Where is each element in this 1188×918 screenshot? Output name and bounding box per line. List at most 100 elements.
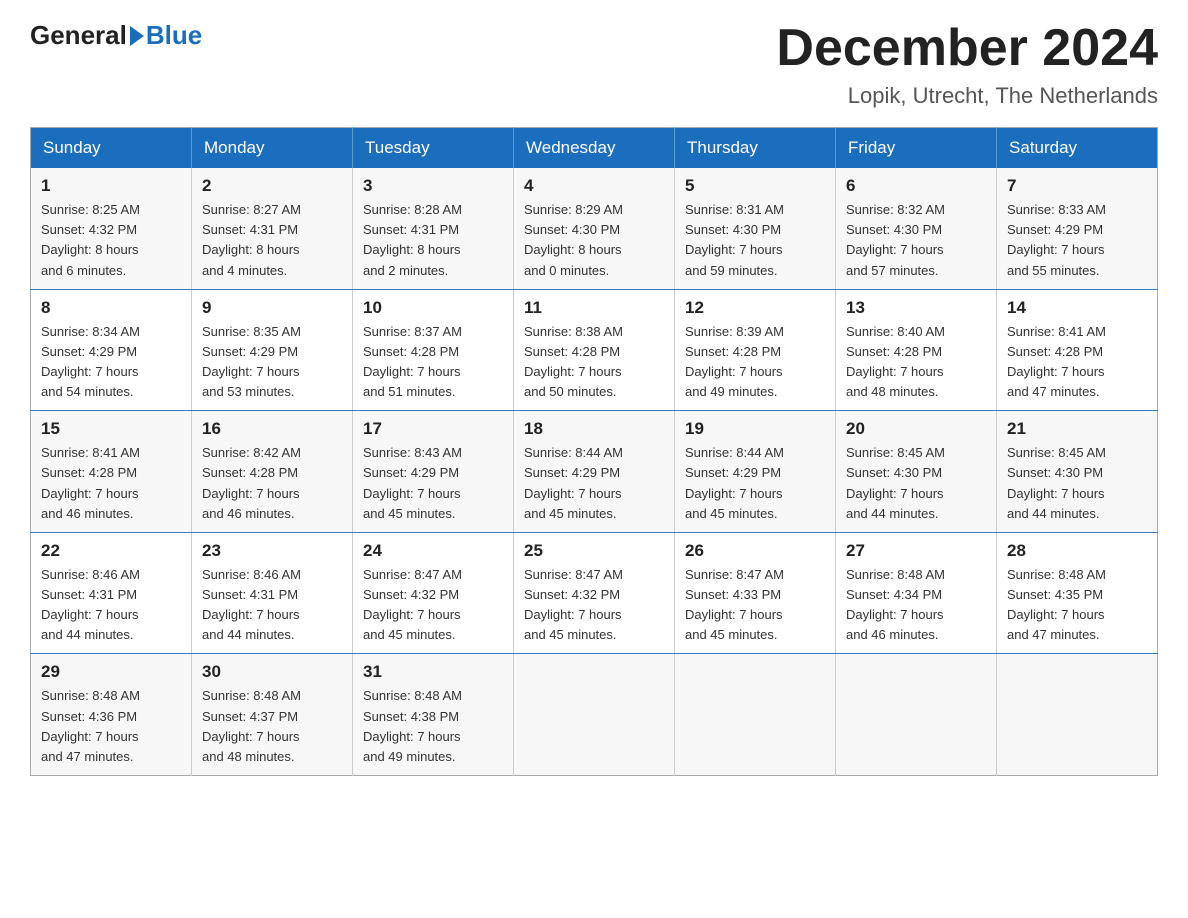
- day-info: Sunrise: 8:46 AM Sunset: 4:31 PM Dayligh…: [41, 567, 140, 642]
- day-number: 31: [363, 662, 503, 682]
- calendar-day-cell: 30 Sunrise: 8:48 AM Sunset: 4:37 PM Dayl…: [192, 654, 353, 776]
- calendar-day-cell: 8 Sunrise: 8:34 AM Sunset: 4:29 PM Dayli…: [31, 289, 192, 411]
- calendar-day-cell: 3 Sunrise: 8:28 AM Sunset: 4:31 PM Dayli…: [353, 168, 514, 289]
- calendar-day-cell: [675, 654, 836, 776]
- day-number: 10: [363, 298, 503, 318]
- calendar-day-cell: 14 Sunrise: 8:41 AM Sunset: 4:28 PM Dayl…: [997, 289, 1158, 411]
- day-number: 5: [685, 176, 825, 196]
- day-of-week-header: Sunday: [31, 128, 192, 169]
- logo: General Blue: [30, 20, 202, 51]
- day-info: Sunrise: 8:45 AM Sunset: 4:30 PM Dayligh…: [1007, 445, 1106, 520]
- day-info: Sunrise: 8:45 AM Sunset: 4:30 PM Dayligh…: [846, 445, 945, 520]
- day-info: Sunrise: 8:31 AM Sunset: 4:30 PM Dayligh…: [685, 202, 784, 277]
- day-info: Sunrise: 8:47 AM Sunset: 4:32 PM Dayligh…: [524, 567, 623, 642]
- calendar-header-row: SundayMondayTuesdayWednesdayThursdayFrid…: [31, 128, 1158, 169]
- day-number: 15: [41, 419, 181, 439]
- day-info: Sunrise: 8:48 AM Sunset: 4:37 PM Dayligh…: [202, 688, 301, 763]
- logo-arrow-icon: [130, 26, 144, 46]
- day-info: Sunrise: 8:48 AM Sunset: 4:35 PM Dayligh…: [1007, 567, 1106, 642]
- day-of-week-header: Thursday: [675, 128, 836, 169]
- calendar-day-cell: 12 Sunrise: 8:39 AM Sunset: 4:28 PM Dayl…: [675, 289, 836, 411]
- day-number: 7: [1007, 176, 1147, 196]
- calendar-week-row: 22 Sunrise: 8:46 AM Sunset: 4:31 PM Dayl…: [31, 532, 1158, 654]
- day-info: Sunrise: 8:48 AM Sunset: 4:38 PM Dayligh…: [363, 688, 462, 763]
- day-info: Sunrise: 8:38 AM Sunset: 4:28 PM Dayligh…: [524, 324, 623, 399]
- day-of-week-header: Wednesday: [514, 128, 675, 169]
- day-info: Sunrise: 8:33 AM Sunset: 4:29 PM Dayligh…: [1007, 202, 1106, 277]
- day-number: 25: [524, 541, 664, 561]
- day-of-week-header: Friday: [836, 128, 997, 169]
- calendar-week-row: 1 Sunrise: 8:25 AM Sunset: 4:32 PM Dayli…: [31, 168, 1158, 289]
- day-number: 3: [363, 176, 503, 196]
- day-number: 24: [363, 541, 503, 561]
- day-info: Sunrise: 8:42 AM Sunset: 4:28 PM Dayligh…: [202, 445, 301, 520]
- day-of-week-header: Monday: [192, 128, 353, 169]
- day-info: Sunrise: 8:32 AM Sunset: 4:30 PM Dayligh…: [846, 202, 945, 277]
- calendar-day-cell: [514, 654, 675, 776]
- calendar-day-cell: 9 Sunrise: 8:35 AM Sunset: 4:29 PM Dayli…: [192, 289, 353, 411]
- day-info: Sunrise: 8:41 AM Sunset: 4:28 PM Dayligh…: [1007, 324, 1106, 399]
- day-of-week-header: Tuesday: [353, 128, 514, 169]
- day-info: Sunrise: 8:47 AM Sunset: 4:32 PM Dayligh…: [363, 567, 462, 642]
- day-number: 8: [41, 298, 181, 318]
- calendar-day-cell: 15 Sunrise: 8:41 AM Sunset: 4:28 PM Dayl…: [31, 411, 192, 533]
- calendar-day-cell: 1 Sunrise: 8:25 AM Sunset: 4:32 PM Dayli…: [31, 168, 192, 289]
- logo-general-text: General: [30, 20, 127, 51]
- title-area: December 2024 Lopik, Utrecht, The Nether…: [776, 20, 1158, 109]
- calendar-day-cell: 10 Sunrise: 8:37 AM Sunset: 4:28 PM Dayl…: [353, 289, 514, 411]
- calendar-day-cell: 17 Sunrise: 8:43 AM Sunset: 4:29 PM Dayl…: [353, 411, 514, 533]
- day-number: 16: [202, 419, 342, 439]
- day-info: Sunrise: 8:29 AM Sunset: 4:30 PM Dayligh…: [524, 202, 623, 277]
- day-info: Sunrise: 8:37 AM Sunset: 4:28 PM Dayligh…: [363, 324, 462, 399]
- day-number: 19: [685, 419, 825, 439]
- day-number: 28: [1007, 541, 1147, 561]
- calendar-week-row: 8 Sunrise: 8:34 AM Sunset: 4:29 PM Dayli…: [31, 289, 1158, 411]
- day-number: 4: [524, 176, 664, 196]
- calendar-day-cell: 23 Sunrise: 8:46 AM Sunset: 4:31 PM Dayl…: [192, 532, 353, 654]
- day-number: 26: [685, 541, 825, 561]
- day-number: 30: [202, 662, 342, 682]
- calendar-day-cell: 31 Sunrise: 8:48 AM Sunset: 4:38 PM Dayl…: [353, 654, 514, 776]
- location-title: Lopik, Utrecht, The Netherlands: [776, 83, 1158, 109]
- calendar-week-row: 15 Sunrise: 8:41 AM Sunset: 4:28 PM Dayl…: [31, 411, 1158, 533]
- day-info: Sunrise: 8:48 AM Sunset: 4:34 PM Dayligh…: [846, 567, 945, 642]
- calendar-day-cell: 22 Sunrise: 8:46 AM Sunset: 4:31 PM Dayl…: [31, 532, 192, 654]
- day-number: 6: [846, 176, 986, 196]
- day-number: 23: [202, 541, 342, 561]
- calendar-day-cell: 26 Sunrise: 8:47 AM Sunset: 4:33 PM Dayl…: [675, 532, 836, 654]
- day-number: 12: [685, 298, 825, 318]
- calendar-day-cell: 28 Sunrise: 8:48 AM Sunset: 4:35 PM Dayl…: [997, 532, 1158, 654]
- day-info: Sunrise: 8:41 AM Sunset: 4:28 PM Dayligh…: [41, 445, 140, 520]
- day-info: Sunrise: 8:35 AM Sunset: 4:29 PM Dayligh…: [202, 324, 301, 399]
- calendar-day-cell: 11 Sunrise: 8:38 AM Sunset: 4:28 PM Dayl…: [514, 289, 675, 411]
- day-info: Sunrise: 8:25 AM Sunset: 4:32 PM Dayligh…: [41, 202, 140, 277]
- day-number: 22: [41, 541, 181, 561]
- day-number: 21: [1007, 419, 1147, 439]
- calendar-day-cell: 19 Sunrise: 8:44 AM Sunset: 4:29 PM Dayl…: [675, 411, 836, 533]
- day-of-week-header: Saturday: [997, 128, 1158, 169]
- day-info: Sunrise: 8:44 AM Sunset: 4:29 PM Dayligh…: [524, 445, 623, 520]
- day-number: 9: [202, 298, 342, 318]
- calendar-day-cell: 21 Sunrise: 8:45 AM Sunset: 4:30 PM Dayl…: [997, 411, 1158, 533]
- calendar-day-cell: [836, 654, 997, 776]
- day-info: Sunrise: 8:34 AM Sunset: 4:29 PM Dayligh…: [41, 324, 140, 399]
- day-info: Sunrise: 8:43 AM Sunset: 4:29 PM Dayligh…: [363, 445, 462, 520]
- day-number: 29: [41, 662, 181, 682]
- calendar-day-cell: 16 Sunrise: 8:42 AM Sunset: 4:28 PM Dayl…: [192, 411, 353, 533]
- calendar-day-cell: 13 Sunrise: 8:40 AM Sunset: 4:28 PM Dayl…: [836, 289, 997, 411]
- day-number: 2: [202, 176, 342, 196]
- calendar-day-cell: 18 Sunrise: 8:44 AM Sunset: 4:29 PM Dayl…: [514, 411, 675, 533]
- calendar-day-cell: 20 Sunrise: 8:45 AM Sunset: 4:30 PM Dayl…: [836, 411, 997, 533]
- day-number: 27: [846, 541, 986, 561]
- calendar-day-cell: 5 Sunrise: 8:31 AM Sunset: 4:30 PM Dayli…: [675, 168, 836, 289]
- calendar-day-cell: [997, 654, 1158, 776]
- day-info: Sunrise: 8:39 AM Sunset: 4:28 PM Dayligh…: [685, 324, 784, 399]
- calendar-day-cell: 27 Sunrise: 8:48 AM Sunset: 4:34 PM Dayl…: [836, 532, 997, 654]
- day-number: 17: [363, 419, 503, 439]
- day-info: Sunrise: 8:48 AM Sunset: 4:36 PM Dayligh…: [41, 688, 140, 763]
- calendar-day-cell: 2 Sunrise: 8:27 AM Sunset: 4:31 PM Dayli…: [192, 168, 353, 289]
- day-info: Sunrise: 8:28 AM Sunset: 4:31 PM Dayligh…: [363, 202, 462, 277]
- day-number: 1: [41, 176, 181, 196]
- calendar-table: SundayMondayTuesdayWednesdayThursdayFrid…: [30, 127, 1158, 776]
- calendar-week-row: 29 Sunrise: 8:48 AM Sunset: 4:36 PM Dayl…: [31, 654, 1158, 776]
